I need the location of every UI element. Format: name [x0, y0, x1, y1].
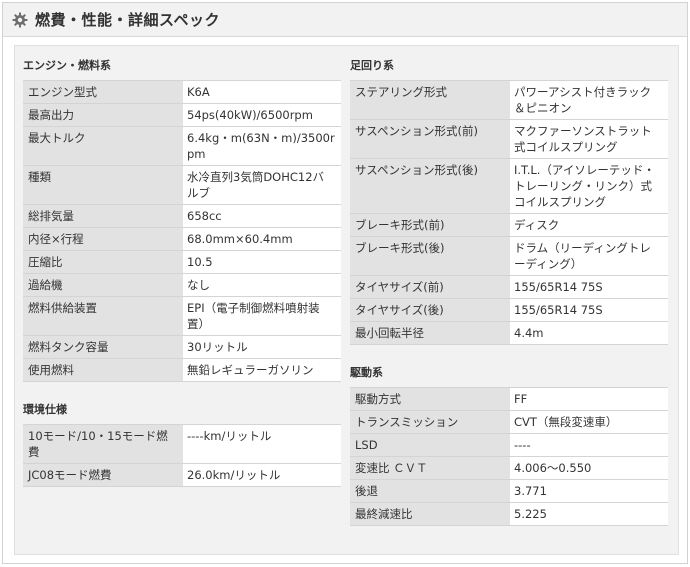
table-row: 最大トルク 6.4kg・m(63N・m)/3500rpm [23, 126, 341, 166]
spec-label: 最終減速比 [350, 502, 510, 526]
table-row: 最高出力 54ps(40kW)/6500rpm [23, 103, 341, 127]
spec-label: サスペンション形式(後) [350, 158, 510, 214]
spec-label: ブレーキ形式(後) [350, 236, 510, 276]
spec-value: 4.4m [510, 321, 668, 345]
spec-label: 過給機 [23, 273, 183, 297]
spec-value: K6A [183, 80, 341, 104]
spec-value: ---- [510, 433, 668, 457]
table-row: ブレーキ形式(前) ディスク [350, 213, 668, 237]
spec-value: I.T.L.（アイソレーテッド・トレーリング・リンク）式コイルスプリング [510, 158, 668, 214]
table-row: 10モード/10・15モード燃費 ----km/リットル [23, 424, 341, 464]
table-row: 圧縮比 10.5 [23, 250, 341, 274]
table-row: サスペンション形式(前) マクファーソンストラット式コイルスプリング [350, 119, 668, 159]
spec-label: 最小回転半径 [350, 321, 510, 345]
table-row: 後退 3.771 [350, 479, 668, 503]
drivetrain-spec-table: 駆動方式 FF トランスミッション CVT（無段変速車） LSD ---- 変速比 ＣＶＴ 4… [350, 387, 668, 526]
table-row: 変速比 ＣＶＴ 4.006～0.550 [350, 456, 668, 480]
table-row: 最小回転半径 4.4m [350, 321, 668, 345]
spec-label: 燃料タンク容量 [23, 335, 183, 359]
spec-value: 26.0km/リットル [183, 463, 341, 487]
spec-label: 最大トルク [23, 126, 183, 166]
table-row: 燃料供給装置 EPI（電子制御燃料噴射装置） [23, 296, 341, 336]
spec-value: 658cc [183, 204, 341, 228]
section-title-suspension: 足回り系 [350, 59, 394, 72]
spec-value: EPI（電子制御燃料噴射装置） [183, 296, 341, 336]
table-row: 駆動方式 FF [350, 387, 668, 411]
spec-label: 圧縮比 [23, 250, 183, 274]
table-row: 過給機 なし [23, 273, 341, 297]
spec-value: マクファーソンストラット式コイルスプリング [510, 119, 668, 159]
section-title-environment: 環境仕様 [23, 403, 67, 416]
spec-value: CVT（無段変速車） [510, 410, 668, 434]
spec-label: 燃料供給装置 [23, 296, 183, 336]
spec-value: 68.0mm×60.4mm [183, 227, 341, 251]
suspension-spec-table: ステアリング形式 パワーアシスト付きラック＆ピニオン サスペンション形式(前) マクフ… [350, 80, 668, 345]
environment-spec-table: 10モード/10・15モード燃費 ----km/リットル JC08モード燃費 26.0… [23, 424, 341, 487]
table-row: 最終減速比 5.225 [350, 502, 668, 526]
spec-value: 6.4kg・m(63N・m)/3500rpm [183, 126, 341, 166]
spec-panel: エンジン・燃料系 エンジン型式 K6A 最高出力 54ps(40kW)/6500rpm… [14, 45, 679, 555]
table-row: タイヤサイズ(前) 155/65R14 75S [350, 275, 668, 299]
spec-label: 最高出力 [23, 103, 183, 127]
spec-label: JC08モード燃費 [23, 463, 183, 487]
table-row: ブレーキ形式(後) ドラム（リーディングトレーディング） [350, 236, 668, 276]
table-row: サスペンション形式(後) I.T.L.（アイソレーテッド・トレーリング・リンク）式… [350, 158, 668, 214]
spec-header: 燃費・性能・詳細スペック [3, 3, 687, 37]
spec-label: 変速比 ＣＶＴ [350, 456, 510, 480]
table-row: JC08モード燃費 26.0km/リットル [23, 463, 341, 487]
spec-value: 155/65R14 75S [510, 298, 668, 322]
page-title: 燃費・性能・詳細スペック [35, 11, 220, 29]
spec-label: 駆動方式 [350, 387, 510, 411]
section-title-engine: エンジン・燃料系 [23, 59, 111, 72]
spec-label: タイヤサイズ(前) [350, 275, 510, 299]
spec-value: 3.771 [510, 479, 668, 503]
spec-value: 水冷直列3気筒DOHC12バルブ [183, 165, 341, 205]
table-row: LSD ---- [350, 433, 668, 457]
table-row: タイヤサイズ(後) 155/65R14 75S [350, 298, 668, 322]
spec-label: 総排気量 [23, 204, 183, 228]
spec-label: 種類 [23, 165, 183, 205]
spec-value: ドラム（リーディングトレーディング） [510, 236, 668, 276]
engine-spec-table: エンジン型式 K6A 最高出力 54ps(40kW)/6500rpm 最大トルク 6.4k… [23, 80, 341, 382]
spec-label: ステアリング形式 [350, 80, 510, 120]
table-row: ステアリング形式 パワーアシスト付きラック＆ピニオン [350, 80, 668, 120]
spec-value: 無鉛レギュラーガソリン [183, 358, 341, 382]
spec-label: エンジン型式 [23, 80, 183, 104]
section-title-drivetrain: 駆動系 [350, 366, 383, 379]
spec-value: 4.006～0.550 [510, 456, 668, 480]
spec-value: 54ps(40kW)/6500rpm [183, 103, 341, 127]
table-row: エンジン型式 K6A [23, 80, 341, 104]
right-column: 足回り系 ステアリング形式 パワーアシスト付きラック＆ピニオン サスペンション形式(… [350, 46, 668, 526]
spec-value: ディスク [510, 213, 668, 237]
spec-label: サスペンション形式(前) [350, 119, 510, 159]
left-column: エンジン・燃料系 エンジン型式 K6A 最高出力 54ps(40kW)/6500rpm… [23, 46, 341, 487]
spec-value: 155/65R14 75S [510, 275, 668, 299]
spec-value: 5.225 [510, 502, 668, 526]
spec-label: 使用燃料 [23, 358, 183, 382]
table-row: 内径×行程 68.0mm×60.4mm [23, 227, 341, 251]
table-row: 使用燃料 無鉛レギュラーガソリン [23, 358, 341, 382]
spec-label: 10モード/10・15モード燃費 [23, 424, 183, 464]
table-row: 総排気量 658cc [23, 204, 341, 228]
spec-value: FF [510, 387, 668, 411]
spec-label: 後退 [350, 479, 510, 503]
table-row: 燃料タンク容量 30リットル [23, 335, 341, 359]
gear-icon [12, 12, 28, 27]
spec-label: タイヤサイズ(後) [350, 298, 510, 322]
spec-value: 10.5 [183, 250, 341, 274]
spec-value: 30リットル [183, 335, 341, 359]
spec-value: パワーアシスト付きラック＆ピニオン [510, 80, 668, 120]
spec-value: なし [183, 273, 341, 297]
spec-label: ブレーキ形式(前) [350, 213, 510, 237]
spec-widget: 燃費・性能・詳細スペック エンジン・燃料系 エンジン型式 K6A 最高出力 54ps(… [2, 2, 688, 564]
spec-label: トランスミッション [350, 410, 510, 434]
spec-value: ----km/リットル [183, 424, 341, 464]
spec-label: 内径×行程 [23, 227, 183, 251]
table-row: 種類 水冷直列3気筒DOHC12バルブ [23, 165, 341, 205]
table-row: トランスミッション CVT（無段変速車） [350, 410, 668, 434]
spec-label: LSD [350, 433, 510, 457]
